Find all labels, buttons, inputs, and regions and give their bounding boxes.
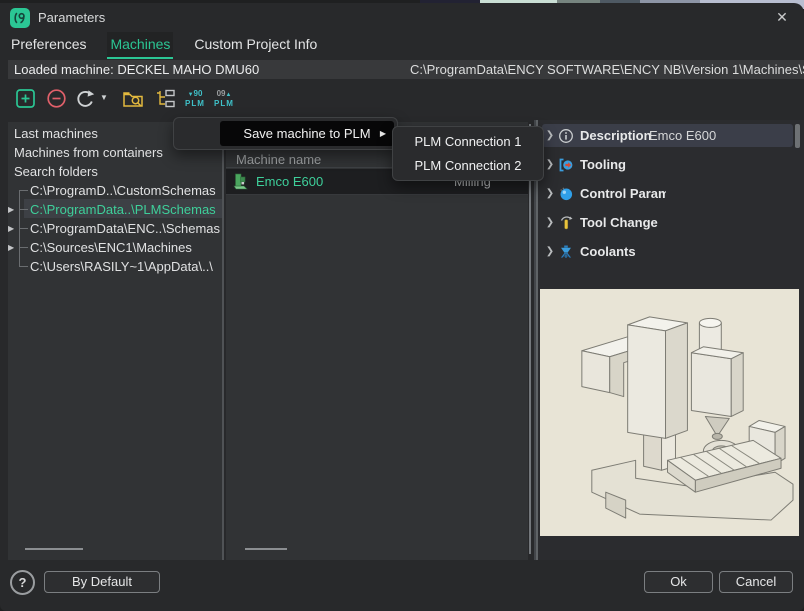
section-tool-change[interactable]: ❯ Tool Change xyxy=(542,208,793,237)
chevron-right-icon[interactable]: ❯ xyxy=(542,130,558,141)
help-button[interactable]: ? xyxy=(10,570,35,595)
machine-list-panel: Machine name Emco E600 Milling xyxy=(226,122,528,560)
title-bar[interactable]: Parameters ✕ xyxy=(0,3,804,32)
loaded-machine-path: C:\ProgramData\ENCY SOFTWARE\ENCY NB\Ver… xyxy=(410,60,804,79)
remove-machine-button[interactable] xyxy=(45,87,69,111)
app-logo-icon xyxy=(10,8,30,28)
remove-icon xyxy=(45,87,69,111)
vertical-scrollbar[interactable] xyxy=(529,124,531,554)
tree-item-search-folders[interactable]: Search folders xyxy=(8,162,222,181)
tab-custom-project-info[interactable]: Custom Project Info xyxy=(191,32,320,59)
expand-arrow-icon[interactable]: ▶ xyxy=(8,238,18,257)
section-tooling[interactable]: ❯ Tooling xyxy=(542,150,793,179)
folders-tree-panel: Last machines Machines from containers S… xyxy=(8,122,222,560)
chevron-right-icon[interactable]: ❯ xyxy=(542,159,558,170)
info-icon xyxy=(558,128,576,144)
search-folder-button[interactable] xyxy=(121,87,145,111)
parameters-dialog: Parameters ✕ Preferences Machines Custom… xyxy=(0,3,804,611)
upload-arrow-icon: ▲ xyxy=(225,92,231,98)
expand-arrow-icon[interactable]: ▶ xyxy=(8,200,18,219)
menu-item-plm-connection-2[interactable]: PLM Connection 2 xyxy=(393,154,543,178)
expand-arrow-icon[interactable]: ▶ xyxy=(8,219,18,238)
tab-preferences[interactable]: Preferences xyxy=(8,32,89,59)
refresh-icon xyxy=(74,87,98,111)
section-description[interactable]: ❯ Description Emco E600 xyxy=(542,121,793,150)
plm-label: PLM xyxy=(214,99,234,108)
menu-item-save-machine-to-plm[interactable]: Save machine to PLM ▶ xyxy=(220,121,394,146)
machine-properties-panel: ❯ Description Emco E600 ❯ xyxy=(536,120,804,560)
description-value: Emco E600 xyxy=(649,128,716,143)
submenu-arrow-icon: ▶ xyxy=(380,121,386,146)
add-machine-button[interactable] xyxy=(14,87,38,111)
containers-tree-icon xyxy=(154,87,178,111)
horizontal-scrollbar[interactable] xyxy=(25,548,83,550)
tooling-icon xyxy=(558,157,576,173)
by-default-button[interactable]: By Default xyxy=(44,571,160,593)
add-icon xyxy=(14,87,38,111)
loaded-machine-bar: Loaded machine: DECKEL MAHO DMU60 C:\Pro… xyxy=(8,60,804,79)
tab-machines[interactable]: Machines xyxy=(107,32,173,59)
machine-name: Emco E600 xyxy=(256,169,323,194)
section-coolants[interactable]: ❯ Coolants xyxy=(542,237,793,266)
loaded-machine-label: Loaded machine: DECKEL MAHO DMU60 xyxy=(14,60,259,79)
menu-item-plm-connection-1[interactable]: PLM Connection 1 xyxy=(393,130,543,154)
coolants-icon xyxy=(558,244,576,260)
machine-containers-button[interactable] xyxy=(154,87,178,111)
folder-search-icon xyxy=(121,87,145,111)
cancel-button[interactable]: Cancel xyxy=(719,571,793,593)
tool-change-icon xyxy=(558,215,576,231)
plm-label: PLM xyxy=(185,99,205,108)
folder-item-sources-machines[interactable]: ▶ C:\Sources\ENC1\Machines xyxy=(8,238,222,257)
machine-preview-image xyxy=(540,289,799,536)
chevron-right-icon[interactable]: ❯ xyxy=(542,217,558,228)
close-icon[interactable]: ✕ xyxy=(772,7,792,27)
plm-connections-submenu: PLM Connection 1 PLM Connection 2 xyxy=(392,126,544,181)
folder-item-customschemas[interactable]: C:\ProgramD..\CustomSchemas xyxy=(8,181,222,200)
horizontal-scrollbar[interactable] xyxy=(245,548,287,550)
folder-item-enc-schemas[interactable]: ▶ C:\ProgramData\ENC..\Schemas xyxy=(8,219,222,238)
window-title: Parameters xyxy=(38,3,105,32)
panel-splitter[interactable] xyxy=(222,122,224,560)
control-parameters-icon xyxy=(558,186,576,202)
folder-item-plmschemas[interactable]: ▶ C:\ProgramData..\PLMSchemas xyxy=(8,200,222,219)
refresh-dropdown-icon[interactable]: ▼ xyxy=(100,93,108,102)
save-machine-to-plm-button[interactable]: 09▲ PLM xyxy=(212,87,236,111)
vertical-scrollbar-thumb[interactable] xyxy=(795,124,800,148)
machine-icon xyxy=(232,172,249,196)
section-control-parameters[interactable]: ❯ Control Parameters xyxy=(542,179,793,208)
load-machine-from-plm-button[interactable]: ▼90 PLM xyxy=(183,87,207,111)
context-menu: Save machine to PLM ▶ xyxy=(173,117,398,150)
folder-item-appdata[interactable]: C:\Users\RASILY~1\AppData\..\ xyxy=(8,257,222,276)
refresh-button[interactable] xyxy=(74,87,98,111)
tab-bar: Preferences Machines Custom Project Info xyxy=(8,32,320,59)
chevron-right-icon[interactable]: ❯ xyxy=(542,188,558,199)
ok-button[interactable]: Ok xyxy=(644,571,713,593)
chevron-right-icon[interactable]: ❯ xyxy=(542,246,558,257)
